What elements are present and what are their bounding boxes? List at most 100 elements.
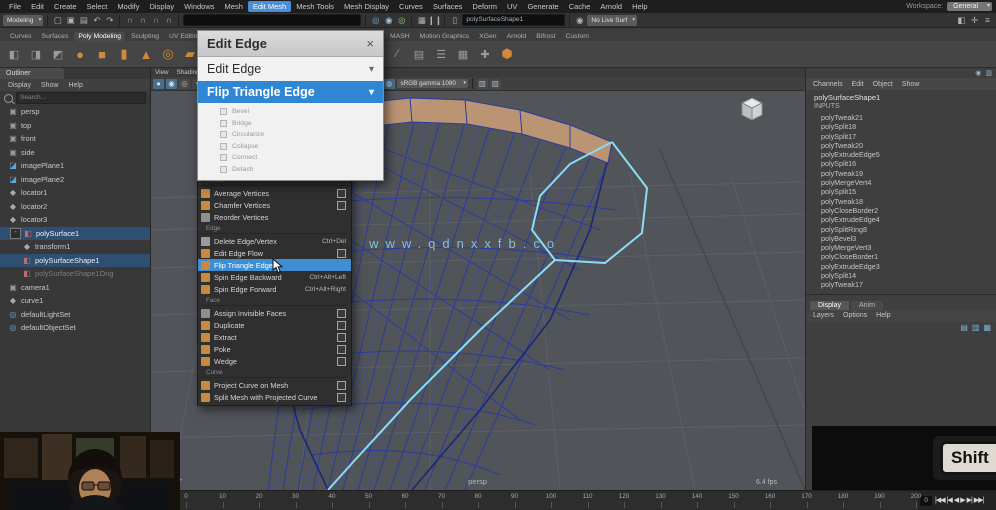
poly-cone-icon[interactable]: ▲	[136, 44, 156, 64]
menu-item-wedge[interactable]: Wedge	[198, 355, 351, 367]
layer-menu-layers[interactable]: Layers	[813, 312, 834, 319]
history-node-polytweak21[interactable]: polyTweak21	[814, 113, 996, 122]
history-node-polymergevert4[interactable]: polyMergeVert4	[814, 178, 996, 187]
step-back-button[interactable]: ◀	[954, 491, 958, 510]
smooth-icon[interactable]: ✚	[475, 44, 495, 64]
menu-edit[interactable]: Edit	[26, 1, 49, 12]
undo-icon[interactable]: ↶	[91, 15, 102, 26]
camera-attributes-icon[interactable]: ◎	[179, 79, 190, 89]
isolate-select-icon[interactable]: ▧	[477, 79, 488, 89]
popup-titlebar[interactable]: Edit Edge ×	[198, 31, 383, 57]
extrude-icon[interactable]: ☰	[431, 44, 451, 64]
menu-item-duplicate[interactable]: Duplicate	[198, 319, 351, 331]
outliner-menu-show[interactable]: Show	[41, 82, 59, 89]
history-node-polymergevert3[interactable]: polyMergeVert3	[814, 243, 996, 252]
popup-option-collapse[interactable]: Collapse	[198, 141, 383, 153]
menu-deform[interactable]: Deform	[467, 1, 502, 12]
menu-windows[interactable]: Windows	[179, 1, 219, 12]
go-to-end-button[interactable]: ▶▶|	[974, 491, 984, 510]
history-node-polytweak19[interactable]: polyTweak19	[814, 169, 996, 178]
popup-option-bevel[interactable]: Bevel	[198, 106, 383, 118]
construction-history-icon[interactable]: ◎	[370, 15, 381, 26]
outliner-item-locator3[interactable]: ◆locator3	[0, 213, 150, 227]
shelf-tab-custom[interactable]: Custom	[561, 32, 592, 41]
history-node-polyextrudeedge3[interactable]: polyExtrudeEdge3	[814, 262, 996, 271]
history-node-polytweak18[interactable]: polyTweak18	[814, 197, 996, 206]
new-scene-icon[interactable]: ▢	[52, 15, 63, 26]
display-toggle-icon[interactable]: ◧	[956, 15, 967, 26]
poly-cylinder-icon[interactable]: ▮	[114, 44, 134, 64]
xray-icon[interactable]: ▨	[490, 79, 501, 89]
channel-box-menu-object[interactable]: Object	[873, 81, 893, 88]
outliner-item-defaultobjectset[interactable]: ◎defaultObjectSet	[0, 321, 150, 335]
menu-surfaces[interactable]: Surfaces	[428, 1, 468, 12]
close-icon[interactable]: ×	[366, 36, 374, 51]
new-empty-layer-icon[interactable]: ▤	[960, 323, 968, 332]
popup-option-circularize[interactable]: Circularize	[198, 129, 383, 141]
history-node-polysplit15[interactable]: polySplit15	[814, 187, 996, 196]
menu-item-reorder-vertices[interactable]: Reorder Vertices	[198, 211, 351, 223]
menu-arnold[interactable]: Arnold	[595, 1, 627, 12]
quick-layout-field[interactable]	[183, 14, 361, 26]
menu-edit-mesh[interactable]: Edit Mesh	[248, 1, 291, 12]
shelf-tab-poly-modeling[interactable]: Poly Modeling	[74, 32, 125, 41]
outliner-item-curve1[interactable]: ◆curve1	[0, 294, 150, 308]
outliner-item-polysurfaceshape1[interactable]: ◧polySurfaceShape1	[0, 254, 150, 268]
menu-item-split-mesh-with-projected-curve[interactable]: Split Mesh with Projected Curve	[198, 391, 351, 403]
menu-select[interactable]: Select	[82, 1, 113, 12]
add-divisions-icon[interactable]: ▦	[453, 44, 473, 64]
menu-create[interactable]: Create	[49, 1, 82, 12]
selected-object-name[interactable]: polySurfaceShape1	[814, 93, 996, 103]
highlight-selection-icon[interactable]: ▦	[416, 15, 427, 26]
option-box-icon[interactable]	[337, 381, 346, 390]
quad-draw-icon[interactable]: ◩	[48, 44, 68, 64]
save-scene-icon[interactable]: ▤	[78, 15, 89, 26]
menu-cache[interactable]: Cache	[564, 1, 596, 12]
snap-together-icon[interactable]: ◧	[4, 44, 24, 64]
option-box-icon[interactable]	[337, 189, 346, 198]
option-box-icon[interactable]	[337, 393, 346, 402]
history-node-polyextrudeedge4[interactable]: polyExtrudeEdge4	[814, 215, 996, 224]
layer-menu-options[interactable]: Options	[843, 312, 867, 319]
option-box-icon[interactable]	[337, 357, 346, 366]
poly-sphere-icon[interactable]: ●	[70, 44, 90, 64]
live-surface-icon[interactable]: ◉	[574, 15, 585, 26]
history-node-polysplit16[interactable]: polySplit16	[814, 159, 996, 168]
options-lines-icon[interactable]: ≡	[982, 15, 993, 26]
channel-pin-icon[interactable]: ◉	[975, 69, 981, 77]
shelf-tab-xgen[interactable]: XGen	[475, 32, 500, 41]
menu-item-spin-edge-forward[interactable]: Spin Edge ForwardCtrl+Alt+Right	[198, 283, 351, 295]
layer-tab-anim[interactable]: Anim	[851, 301, 883, 310]
outliner-menu-display[interactable]: Display	[8, 82, 31, 89]
outliner-item-side[interactable]: ▣side	[0, 146, 150, 160]
menu-item-delete-edge-vertex[interactable]: Delete Edge/VertexCtrl+Del	[198, 235, 351, 247]
snap-curve-icon[interactable]: ∩	[137, 15, 148, 26]
shelf-tab-sculpting[interactable]: Sculpting	[127, 32, 163, 41]
menu-file[interactable]: File	[4, 1, 26, 12]
outliner-item-defaultlightset[interactable]: ◎defaultLightSet	[0, 308, 150, 322]
channel-box-menu-channels[interactable]: Channels	[813, 81, 843, 88]
option-box-icon[interactable]	[337, 309, 346, 318]
grid-toggle-icon[interactable]: ✛	[969, 15, 980, 26]
multi-cut-icon[interactable]: ◨	[26, 44, 46, 64]
channel-box-menu-show[interactable]: Show	[902, 81, 920, 88]
viewport-menu-view[interactable]: View	[155, 69, 169, 76]
menu-generate[interactable]: Generate	[522, 1, 563, 12]
layer-menu-help[interactable]: Help	[876, 312, 890, 319]
history-node-polybevel3[interactable]: polyBevel3	[814, 234, 996, 243]
ipr-render-icon[interactable]: ◎	[396, 15, 407, 26]
menu-mesh[interactable]: Mesh	[220, 1, 248, 12]
history-node-polysplit14[interactable]: polySplit14	[814, 271, 996, 280]
history-node-polysplitring8[interactable]: polySplitRing8	[814, 225, 996, 234]
outliner-item-top[interactable]: ▣top	[0, 119, 150, 133]
poly-cube-icon[interactable]: ■	[92, 44, 112, 64]
history-node-polycloseborder1[interactable]: polyCloseBorder1	[814, 252, 996, 261]
channel-box-menu-edit[interactable]: Edit	[852, 81, 864, 88]
lock-camera-icon[interactable]: ◉	[166, 79, 177, 89]
outliner-item-polysurface1[interactable]: -◧polySurface1	[0, 227, 150, 241]
redo-icon[interactable]: ↷	[104, 15, 115, 26]
play-forward-button[interactable]: ▶	[960, 491, 964, 510]
render-icon[interactable]: ◉	[383, 15, 394, 26]
option-box-icon[interactable]	[337, 321, 346, 330]
menu-item-poke[interactable]: Poke	[198, 343, 351, 355]
